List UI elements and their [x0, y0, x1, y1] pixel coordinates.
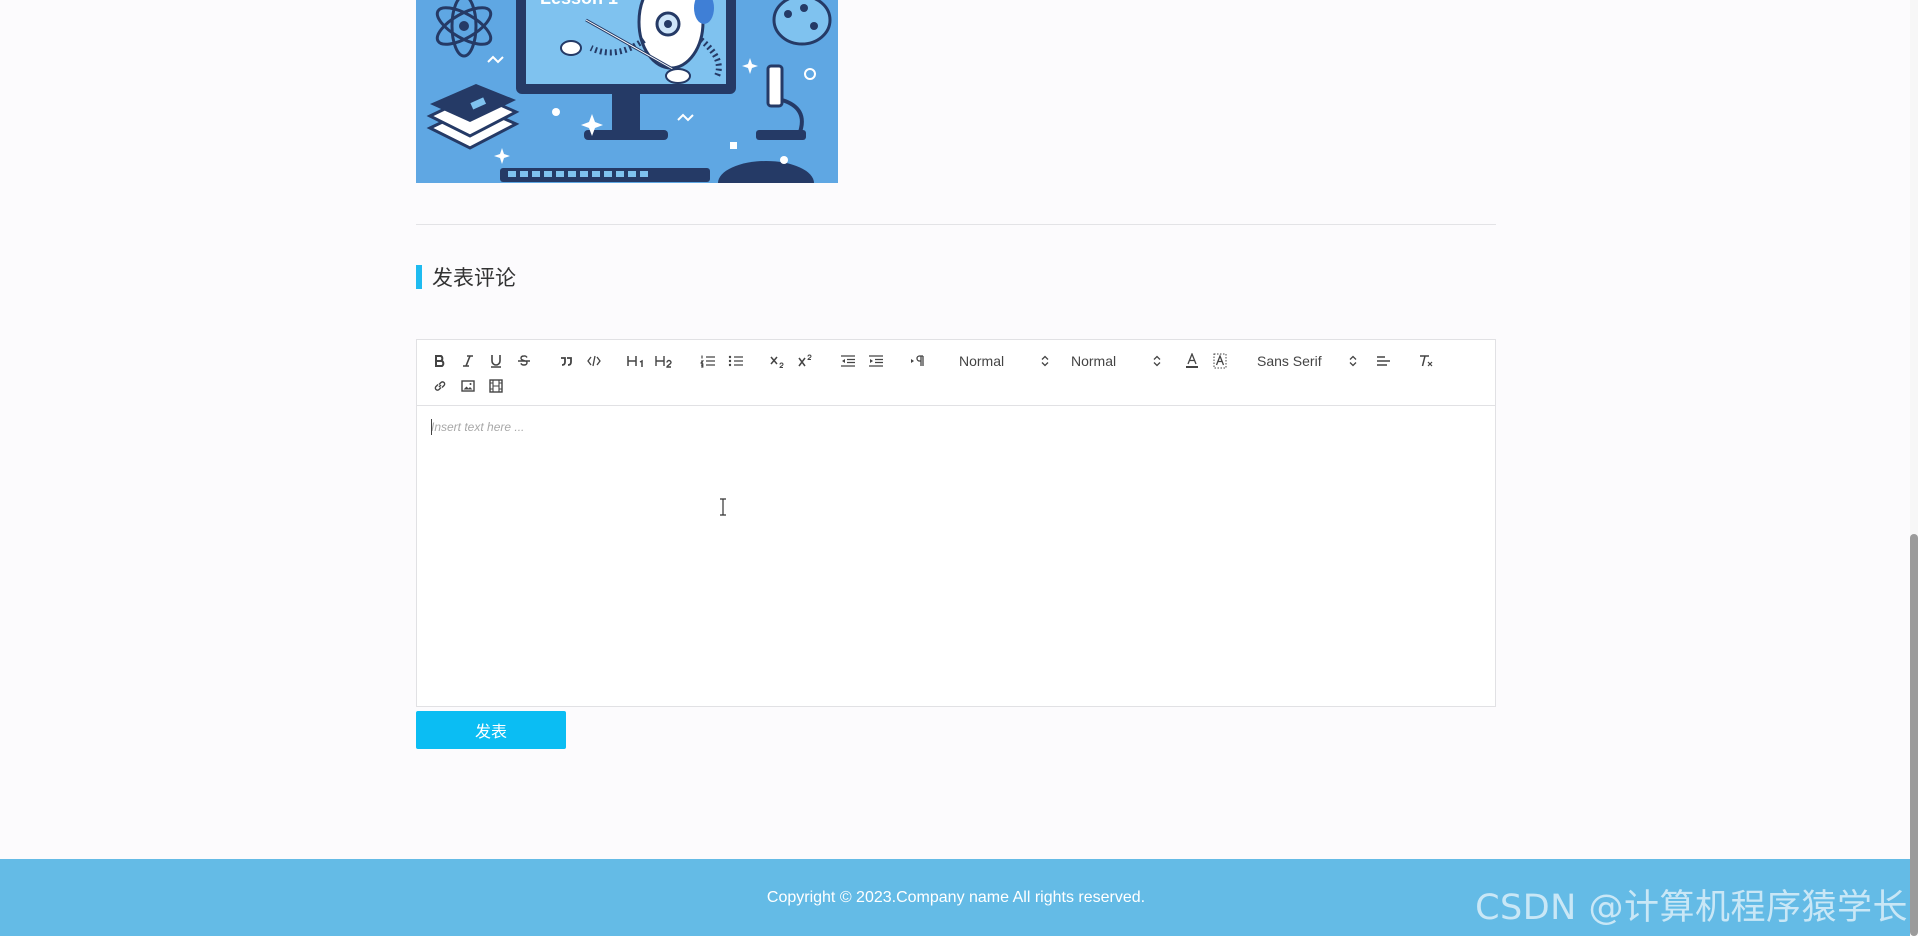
strike-button[interactable]	[513, 351, 535, 371]
clear-formatting-icon	[1420, 355, 1433, 367]
outdent-icon	[841, 355, 855, 367]
editor-placeholder: Insert text here ...	[431, 420, 525, 434]
video-button[interactable]	[485, 376, 507, 396]
select-arrows-icon	[1041, 355, 1049, 367]
bullet-list-button[interactable]	[725, 351, 747, 371]
underline-icon	[491, 355, 501, 368]
bullet-list-icon	[728, 355, 743, 367]
comment-section-title: 发表评论	[416, 264, 516, 290]
header-2-button[interactable]	[653, 351, 675, 371]
subscript-button[interactable]	[767, 351, 789, 371]
video-icon	[489, 379, 503, 393]
title-accent-bar	[416, 265, 422, 289]
font-select-value: Sans Serif	[1257, 353, 1322, 369]
header-select-value: Normal	[959, 353, 1005, 369]
comment-editor: Normal Normal Sans Serif Insert text her…	[416, 339, 1496, 707]
text-caret	[431, 419, 432, 435]
link-button[interactable]	[429, 376, 451, 396]
image-icon	[461, 380, 475, 392]
page-footer: Copyright © 2023.Company name All rights…	[0, 859, 1918, 936]
editor-toolbar: Normal Normal Sans Serif	[417, 340, 1495, 406]
superscript-button[interactable]	[795, 351, 817, 371]
link-icon	[434, 381, 446, 391]
illustration-title: Lesson 1	[540, 0, 618, 9]
underline-button[interactable]	[485, 351, 507, 371]
indent-icon	[869, 355, 883, 367]
lesson-illustration-art	[416, 0, 838, 183]
code-icon	[587, 355, 601, 367]
ibeam-cursor-icon	[720, 498, 726, 516]
header-select[interactable]: Normal	[959, 351, 1049, 371]
superscript-icon	[798, 354, 812, 367]
text-direction-button[interactable]	[907, 351, 929, 371]
blockquote-button[interactable]	[555, 351, 577, 371]
bold-icon	[435, 355, 445, 367]
subscript-icon	[770, 356, 784, 368]
bold-button[interactable]	[429, 351, 451, 371]
quote-icon	[561, 357, 572, 366]
text-color-button[interactable]	[1181, 351, 1203, 371]
highlight-color-icon	[1213, 353, 1227, 369]
heading-2-icon	[655, 356, 672, 368]
size-select-value: Normal	[1071, 353, 1117, 369]
strikethrough-icon	[518, 355, 530, 366]
select-arrows-icon	[1153, 355, 1161, 367]
select-arrows-icon	[1349, 355, 1357, 367]
lesson-illustration: Lesson 1	[416, 0, 838, 183]
italic-icon	[463, 355, 473, 367]
font-select[interactable]: Sans Serif	[1257, 351, 1357, 371]
publish-comment-button[interactable]: 发表	[416, 711, 566, 749]
heading-1-icon	[627, 356, 643, 367]
size-select[interactable]: Normal	[1071, 351, 1161, 371]
outdent-button[interactable]	[837, 351, 859, 371]
font-color-icon	[1186, 353, 1198, 368]
align-left-icon	[1377, 356, 1390, 366]
section-divider	[416, 224, 1496, 225]
italic-button[interactable]	[457, 351, 479, 371]
comment-section-title-text: 发表评论	[432, 266, 516, 290]
csdn-watermark: CSDN @计算机程序猿学长	[1475, 888, 1908, 928]
header-1-button[interactable]	[625, 351, 647, 371]
editor-text-area[interactable]: Insert text here ...	[417, 406, 1495, 704]
ordered-list-button[interactable]	[697, 351, 719, 371]
ordered-list-icon	[700, 355, 715, 368]
code-block-button[interactable]	[583, 351, 605, 371]
align-button[interactable]	[1373, 351, 1395, 371]
background-color-button[interactable]	[1209, 351, 1231, 371]
page-scrollbar-thumb[interactable]	[1910, 534, 1918, 936]
rtl-direction-icon	[911, 355, 924, 366]
clear-format-button[interactable]	[1415, 351, 1437, 371]
indent-button[interactable]	[865, 351, 887, 371]
image-button[interactable]	[457, 376, 479, 396]
